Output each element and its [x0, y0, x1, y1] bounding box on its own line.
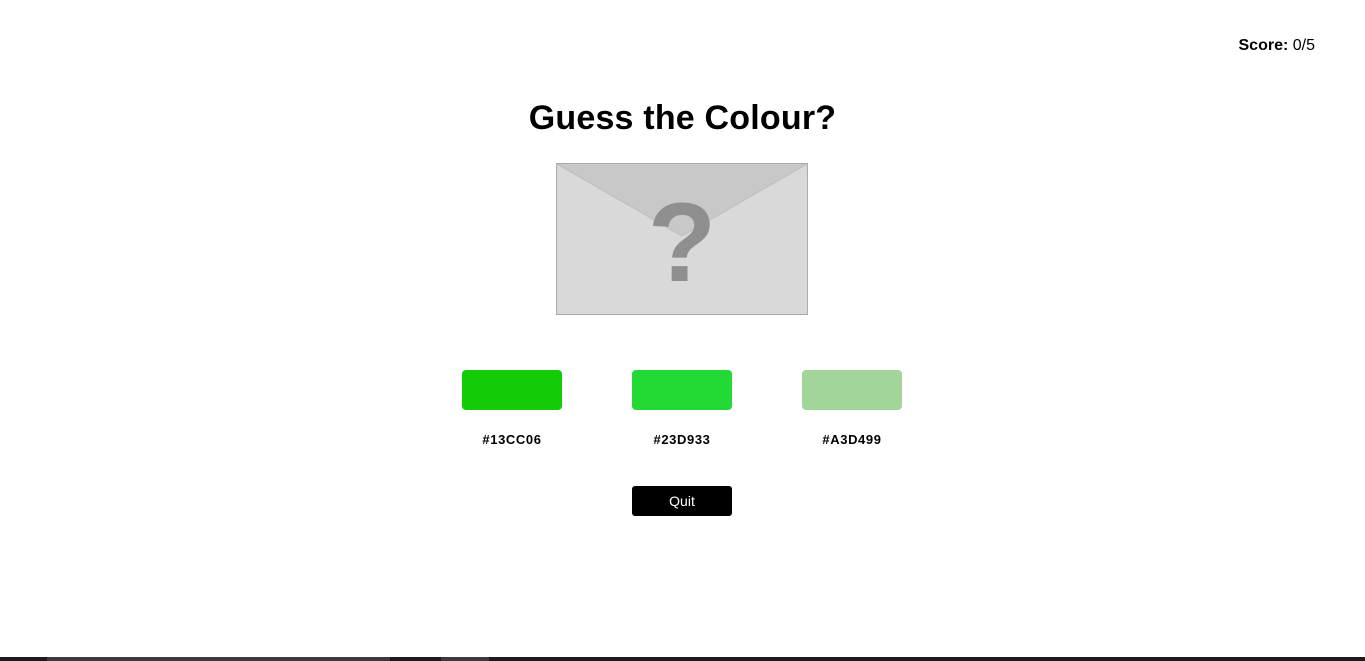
score-display: Score: 0/5 [1239, 36, 1316, 56]
mystery-colour-card: ? [556, 163, 808, 315]
colour-option-1[interactable]: #13CC06 [462, 370, 562, 448]
taskbar-segment [441, 657, 489, 661]
quit-button[interactable]: Quit [632, 486, 732, 516]
question-mark-envelope-icon: ? [557, 164, 807, 314]
game-page: Score: 0/5 Guess the Colour? ? #13CC06 #… [0, 0, 1365, 661]
colour-option-3[interactable]: #A3D499 [802, 370, 902, 448]
colour-option-2[interactable]: #23D933 [632, 370, 732, 448]
question-mark-glyph: ? [648, 180, 716, 305]
colour-hex-label-1: #13CC06 [482, 432, 542, 447]
colour-swatch-1[interactable] [462, 370, 562, 410]
taskbar-strip [0, 657, 1365, 661]
colour-swatch-3[interactable] [802, 370, 902, 410]
colour-hex-label-2: #23D933 [653, 432, 711, 447]
score-label: Score: [1238, 37, 1289, 54]
page-title: Guess the Colour? [528, 99, 837, 137]
taskbar-segment [47, 657, 390, 661]
colour-swatch-2[interactable] [632, 370, 732, 410]
colour-hex-label-3: #A3D499 [822, 432, 882, 447]
score-value: 0/5 [1292, 37, 1315, 54]
